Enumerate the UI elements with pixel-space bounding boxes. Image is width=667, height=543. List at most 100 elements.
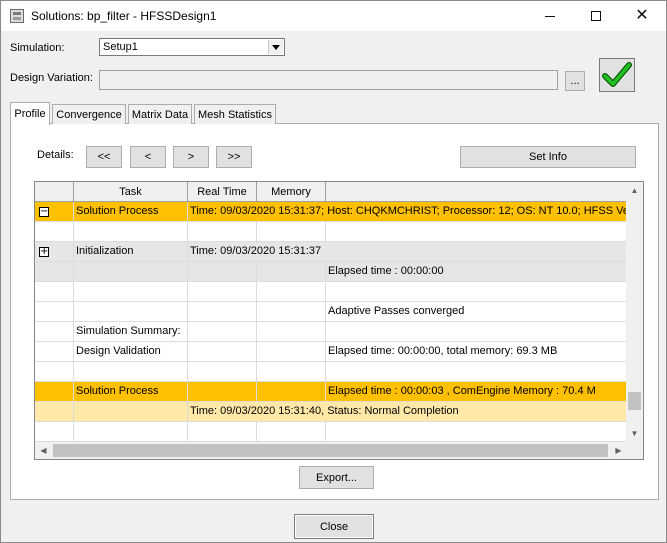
close-button[interactable]: Close — [294, 514, 374, 539]
cell-info: Elapsed time : 00:00:00 — [326, 262, 627, 282]
cell-task — [74, 422, 188, 442]
cell-task — [74, 222, 188, 242]
table-row[interactable]: Adaptive Passes converged — [35, 302, 627, 322]
dropdown-arrow-icon[interactable] — [268, 40, 283, 54]
cell-expander — [35, 362, 74, 382]
cell-task — [74, 282, 188, 302]
table-row[interactable]: Design Validation Elapsed time: 00:00:00,… — [35, 342, 627, 362]
cell-memory — [257, 342, 326, 362]
minimize-icon — [545, 15, 555, 17]
cell-expander — [35, 262, 74, 282]
tab-profile[interactable]: Profile — [10, 102, 50, 125]
vertical-scrollbar[interactable]: ▲ ▼ — [626, 182, 643, 442]
cell-task — [74, 302, 188, 322]
tab-mesh-statistics[interactable]: Mesh Statistics — [194, 104, 276, 124]
table-header: Task Real Time Memory — [35, 182, 627, 202]
tab-convergence[interactable]: Convergence — [52, 104, 126, 124]
scroll-down-arrow-icon[interactable]: ▼ — [626, 425, 643, 442]
minimize-button[interactable] — [527, 1, 573, 31]
first-button[interactable]: << — [86, 146, 122, 168]
cell-real-time — [188, 422, 257, 442]
column-header-memory[interactable]: Memory — [257, 182, 326, 202]
cell-info — [326, 322, 627, 342]
table-row[interactable] — [35, 422, 627, 442]
tab-matrix-data[interactable]: Matrix Data — [128, 104, 192, 124]
set-info-button[interactable]: Set Info — [460, 146, 636, 168]
column-header-expander — [35, 182, 74, 202]
vertical-scroll-thumb[interactable] — [628, 392, 641, 411]
cell-real-time — [188, 382, 257, 402]
cell-span-info: Time: 09/03/2020 15:31:37 — [188, 242, 627, 262]
cell-info: Elapsed time : 00:00:03 , ComEngine Memo… — [326, 382, 627, 402]
cell-memory — [257, 282, 326, 302]
table-row[interactable]: Simulation Summary: — [35, 322, 627, 342]
profile-table[interactable]: Task Real Time Memory − Solution Process T… — [34, 181, 644, 460]
cell-real-time — [188, 362, 257, 382]
cell-memory — [257, 302, 326, 322]
collapse-icon[interactable]: − — [39, 207, 49, 217]
cell-info — [326, 282, 627, 302]
details-label: Details: — [37, 149, 74, 161]
cell-real-time — [188, 222, 257, 242]
previous-button[interactable]: < — [130, 146, 166, 168]
cell-memory — [257, 362, 326, 382]
column-header-task[interactable]: Task — [74, 182, 188, 202]
maximize-icon — [591, 11, 601, 21]
scroll-right-arrow-icon[interactable]: ▶ — [610, 442, 627, 459]
cell-task — [74, 402, 188, 422]
browse-variation-button[interactable]: ... — [565, 71, 585, 91]
table-row[interactable]: + Initialization Time: 09/03/2020 15:31:37 — [35, 242, 627, 262]
scrollbar-corner — [626, 442, 643, 459]
simulation-select[interactable]: Setup1 — [99, 38, 285, 56]
cell-task: Solution Process — [74, 202, 188, 222]
cell-real-time — [188, 302, 257, 322]
cell-span-info: Time: 09/03/2020 15:31:40, Status: Norma… — [188, 402, 627, 422]
cell-memory — [257, 222, 326, 242]
cell-real-time — [188, 262, 257, 282]
cell-expander: − — [35, 202, 74, 222]
close-icon: ✕ — [635, 7, 649, 24]
cell-expander: + — [35, 242, 74, 262]
column-header-real-time[interactable]: Real Time — [188, 182, 257, 202]
cell-expander — [35, 222, 74, 242]
cell-real-time — [188, 282, 257, 302]
table-row[interactable] — [35, 222, 627, 242]
app-icon — [10, 9, 24, 23]
next-button[interactable]: > — [173, 146, 209, 168]
horizontal-scrollbar[interactable]: ◀ ▶ — [35, 442, 627, 459]
cell-memory — [257, 262, 326, 282]
maximize-button[interactable] — [573, 1, 619, 31]
cell-real-time — [188, 342, 257, 362]
cell-expander — [35, 322, 74, 342]
table-row[interactable]: − Solution Process Time: 09/03/2020 15:31:… — [35, 202, 627, 222]
cell-task: Simulation Summary: — [74, 322, 188, 342]
last-button[interactable]: >> — [216, 146, 252, 168]
design-variation-label: Design Variation: — [10, 72, 93, 84]
close-window-button[interactable]: ✕ — [619, 1, 665, 31]
design-variation-field — [99, 70, 558, 90]
table-row[interactable] — [35, 282, 627, 302]
table-row[interactable]: Elapsed time : 00:00:00 — [35, 262, 627, 282]
status-check-button[interactable] — [599, 58, 635, 92]
cell-expander — [35, 422, 74, 442]
horizontal-scroll-thumb[interactable] — [53, 444, 608, 457]
column-header-info — [326, 182, 627, 202]
scroll-up-arrow-icon[interactable]: ▲ — [626, 182, 643, 199]
title-bar[interactable]: Solutions: bp_filter - HFSSDesign1 ✕ — [1, 1, 666, 31]
cell-info: Adaptive Passes converged — [326, 302, 627, 322]
simulation-label: Simulation: — [10, 42, 65, 54]
expand-icon[interactable]: + — [39, 247, 49, 257]
cell-info — [326, 422, 627, 442]
cell-info: Elapsed time: 00:00:00, total memory: 69… — [326, 342, 627, 362]
table-row[interactable]: Solution Process Elapsed time : 00:00:03 … — [35, 382, 627, 402]
solutions-window: Solutions: bp_filter - HFSSDesign1 ✕ Sim… — [0, 0, 667, 543]
cell-real-time — [188, 322, 257, 342]
table-row[interactable]: Time: 09/03/2020 15:31:40, Status: Norma… — [35, 402, 627, 422]
cell-expander — [35, 382, 74, 402]
simulation-selected-value: Setup1 — [103, 41, 138, 53]
scroll-left-arrow-icon[interactable]: ◀ — [35, 442, 52, 459]
export-button[interactable]: Export... — [299, 466, 374, 489]
table-row[interactable] — [35, 362, 627, 382]
cell-info — [326, 222, 627, 242]
cell-task — [74, 362, 188, 382]
